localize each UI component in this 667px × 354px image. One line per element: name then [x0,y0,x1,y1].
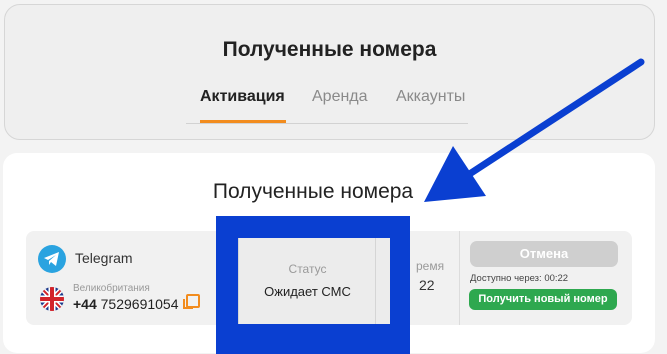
pointer-arrow-icon [424,58,645,202]
